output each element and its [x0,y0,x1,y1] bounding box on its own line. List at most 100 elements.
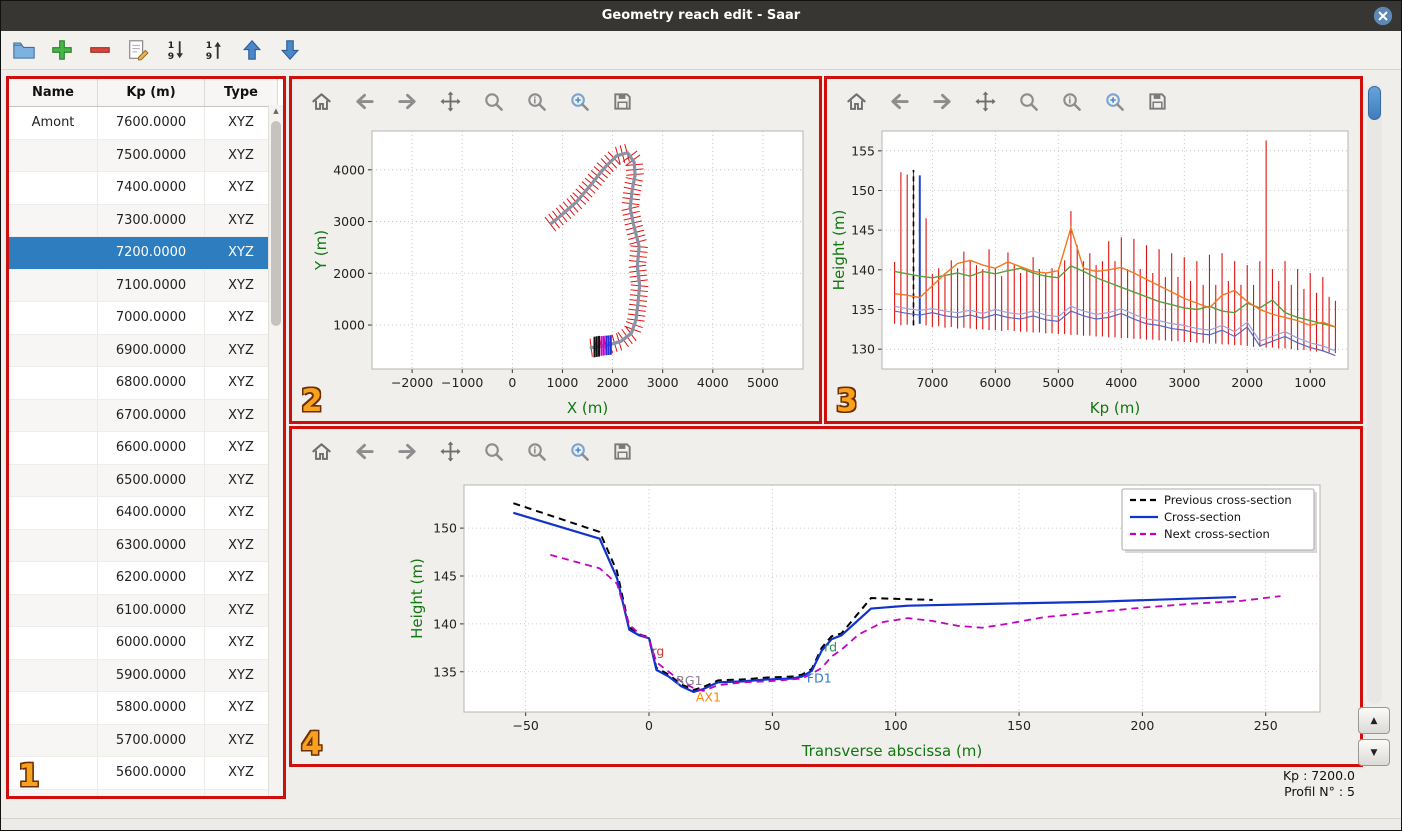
cell-type[interactable]: XYZ [204,236,278,270]
cross-section-plot[interactable]: rg RG1 AX1 FD1 rd Previous cross-section Cross… [292,473,1360,764]
cell-type[interactable]: XYZ [204,756,278,790]
cell-kp[interactable]: 6800.0000 [97,366,205,400]
cell-kp[interactable]: 7600.0000 [97,106,205,140]
cell-kp[interactable]: 7400.0000 [97,171,205,205]
move-down-button[interactable] [275,35,305,65]
table-row[interactable]: 6400.0000 XYZ [9,496,278,530]
cell-type[interactable]: XYZ [204,626,278,660]
cell-type[interactable]: XYZ [204,529,278,562]
cell-kp[interactable]: 6900.0000 [97,334,205,367]
cell-name[interactable] [9,399,98,432]
cell-name[interactable] [9,496,98,530]
cell-type[interactable]: XYZ [204,334,278,367]
back-button[interactable] [349,436,379,466]
table-row[interactable]: 7200.0000 XYZ [9,236,278,270]
zoom-button[interactable] [478,436,508,466]
cell-name[interactable] [9,724,98,757]
back-button[interactable] [884,86,914,116]
forward-button[interactable] [392,436,422,466]
table-row[interactable]: 5600.0000 XYZ [9,756,278,790]
table-row[interactable]: 6000.0000 XYZ [9,626,278,660]
zoom-button[interactable] [1013,86,1043,116]
save-button[interactable] [607,436,637,466]
table-row[interactable]: 6600.0000 XYZ [9,431,278,465]
cell-kp[interactable]: 6000.0000 [97,626,205,660]
save-button[interactable] [607,86,637,116]
table-row[interactable]: Amont 7600.0000 XYZ [9,106,278,140]
cell-type[interactable]: XYZ [204,496,278,530]
pan-button[interactable] [970,86,1000,116]
cell-name[interactable] [9,529,98,562]
home-button[interactable] [841,86,871,116]
cell-kp[interactable]: 6600.0000 [97,431,205,465]
cell-kp[interactable]: 7200.0000 [97,236,205,270]
window-scroll-thumb[interactable] [1368,86,1381,120]
table-scrollbar[interactable]: ▲ [268,105,283,796]
home-button[interactable] [306,86,336,116]
column-header-kp[interactable]: Kp (m) [97,79,205,107]
cell-kp[interactable]: 5900.0000 [97,659,205,692]
forward-button[interactable] [392,86,422,116]
zoom-plus-button[interactable] [1099,86,1129,116]
table-row[interactable]: 7000.0000 XYZ [9,301,278,335]
cell-kp[interactable]: 7100.0000 [97,269,205,302]
cell-type[interactable]: XYZ [204,464,278,497]
longitudinal-plot[interactable]: 7000 6000 5000 4000 3000 2000 1000 130 135 140 145… [827,123,1360,421]
cell-name[interactable] [9,334,98,367]
title-bar[interactable]: Geometry reach edit - Saar [1,1,1401,31]
cell-type[interactable]: XYZ [204,171,278,205]
cell-name[interactable] [9,431,98,465]
cell-name[interactable] [9,236,98,270]
cell-type[interactable]: XYZ [204,366,278,400]
table-row[interactable]: 6200.0000 XYZ [9,561,278,595]
table-row[interactable]: 5700.0000 XYZ [9,724,278,757]
cell-kp[interactable]: 6100.0000 [97,594,205,627]
table-row[interactable]: 6700.0000 XYZ [9,399,278,432]
pan-button[interactable] [435,86,465,116]
table-row[interactable]: 7500.0000 XYZ [9,139,278,172]
table-row[interactable]: 6500.0000 XYZ [9,464,278,497]
cell-kp[interactable]: 7500.0000 [97,139,205,172]
column-header-name[interactable]: Name [9,79,98,107]
cell-name[interactable] [9,561,98,595]
cell-name[interactable] [9,626,98,660]
add-button[interactable] [47,35,77,65]
edit-button[interactable] [123,35,153,65]
table-row[interactable]: 5800.0000 XYZ [9,691,278,725]
cell-kp[interactable]: 6500.0000 [97,464,205,497]
table-row[interactable]: 6900.0000 XYZ [9,334,278,367]
cell-name[interactable] [9,269,98,302]
table-row[interactable]: 6800.0000 XYZ [9,366,278,400]
table-row[interactable]: 7400.0000 XYZ [9,171,278,205]
column-header-type[interactable]: Type [204,79,278,107]
home-button[interactable] [306,436,336,466]
cell-kp[interactable]: 6300.0000 [97,529,205,562]
cell-kp[interactable]: 7000.0000 [97,301,205,335]
cell-type[interactable]: XYZ [204,204,278,237]
zoom-button[interactable] [478,86,508,116]
cell-name[interactable] [9,366,98,400]
cell-name[interactable] [9,171,98,205]
cell-type[interactable]: XYZ [204,301,278,335]
sort-ascending-button[interactable]: 19 [161,35,191,65]
cell-type[interactable]: XYZ [204,431,278,465]
remove-button[interactable] [85,35,115,65]
open-button[interactable] [9,35,39,65]
cell-kp[interactable]: 6200.0000 [97,561,205,595]
zoom-plus-button[interactable] [564,436,594,466]
zoom-info-button[interactable]: i [521,436,551,466]
cell-kp[interactable]: 6400.0000 [97,496,205,530]
cell-name[interactable] [9,594,98,627]
cell-kp[interactable]: 5600.0000 [97,756,205,790]
sort-descending-button[interactable]: 19 [199,35,229,65]
table-row[interactable]: 6100.0000 XYZ [9,594,278,627]
table-row[interactable]: 5900.0000 XYZ [9,659,278,692]
cell-kp[interactable]: 5700.0000 [97,724,205,757]
cell-kp[interactable]: 5800.0000 [97,691,205,725]
table-row[interactable]: 7300.0000 XYZ [9,204,278,237]
cell-type[interactable]: XYZ [204,691,278,725]
window-scrollbar[interactable] [1367,84,1382,704]
cell-name[interactable] [9,659,98,692]
cell-type[interactable]: XYZ [204,399,278,432]
cell-type[interactable]: XYZ [204,269,278,302]
